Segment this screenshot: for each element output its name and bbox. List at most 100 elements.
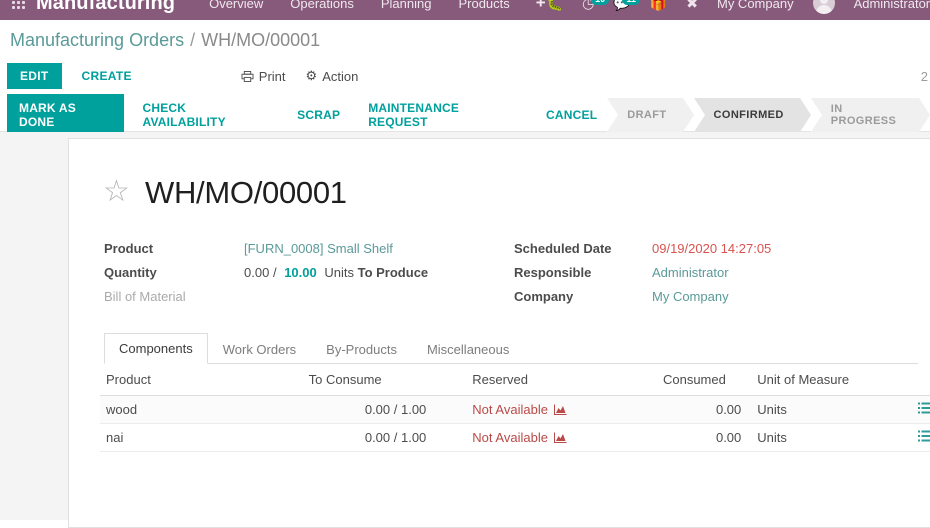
statusbar: DRAFT CONFIRMED IN PROGRESS <box>607 98 930 132</box>
control-panel-tools: Print ⚙ Action <box>241 68 359 84</box>
column-header-actions <box>878 364 930 396</box>
status-stage-draft[interactable]: DRAFT <box>607 98 682 132</box>
reserved-status-label: Not Available <box>472 402 548 417</box>
form-sheet: ☆ WH/MO/00001 Product [FURN_0008] Small … <box>68 138 930 528</box>
column-header-consumed: Consumed <box>657 364 747 396</box>
tab-work-orders[interactable]: Work Orders <box>208 334 311 364</box>
breadcrumb-current: WH/MO/00001 <box>201 30 320 51</box>
print-label: Print <box>259 69 286 84</box>
status-stage-in-progress[interactable]: IN PROGRESS <box>811 98 919 132</box>
maintenance-request-button[interactable]: MAINTENANCE REQUEST <box>358 94 528 136</box>
quantity-separator: / <box>273 265 277 280</box>
breadcrumb-parent[interactable]: Manufacturing Orders <box>10 30 184 51</box>
pager[interactable]: 2 <box>921 69 930 84</box>
nav-item-planning[interactable]: Planning <box>381 0 432 11</box>
create-button[interactable]: CREATE <box>71 63 143 89</box>
page-title: WH/MO/00001 <box>145 175 347 211</box>
mark-as-done-button[interactable]: MARK AS DONE <box>7 94 124 136</box>
label-company: Company <box>514 289 652 304</box>
quantity-uom: Units <box>324 265 354 280</box>
forecast-chart-icon[interactable] <box>554 404 567 415</box>
clock-activity-icon[interactable]: ◷ 10 <box>582 0 594 10</box>
value-responsible[interactable]: Administrator <box>652 265 771 280</box>
quantity-suffix: To Produce <box>358 265 429 280</box>
app-brand-title[interactable]: Manufacturing <box>36 0 175 15</box>
components-table: Product To Consume Reserved Consumed Uni… <box>100 364 930 452</box>
reserved-status: Not Available <box>472 402 567 417</box>
star-outline-icon[interactable]: ☆ <box>103 179 131 207</box>
cell-reserved: Not Available <box>466 424 657 452</box>
action-menu[interactable]: ⚙ Action <box>306 68 359 84</box>
messages-icon[interactable]: 💬 11 <box>613 0 630 10</box>
check-availability-button[interactable]: CHECK AVAILABILITY <box>132 94 279 136</box>
wrench-icon[interactable]: ✖ <box>686 0 698 10</box>
systray: 🐛 ◷ 10 💬 11 🎁 ✖ My Company Administrator <box>546 0 930 14</box>
record-title-row: ☆ WH/MO/00001 <box>103 175 918 211</box>
cell-consumed: 0.00 <box>657 424 747 452</box>
company-switcher[interactable]: My Company <box>717 0 794 11</box>
cell-product: nai <box>100 424 291 452</box>
label-bill-of-material: Bill of Material <box>104 289 244 304</box>
tab-miscellaneous[interactable]: Miscellaneous <box>412 334 524 364</box>
status-button-bar: MARK AS DONE CHECK AVAILABILITY SCRAP MA… <box>0 98 930 132</box>
cell-to-consume: 0.00 / 1.00 <box>291 424 467 452</box>
tab-by-products[interactable]: By-Products <box>311 334 412 364</box>
label-responsible: Responsible <box>514 265 652 280</box>
nav-item-overview[interactable]: Overview <box>209 0 263 11</box>
table-row[interactable]: wood 0.00 / 1.00 Not Available 0.00 Unit… <box>100 396 930 424</box>
cell-consumed: 0.00 <box>657 396 747 424</box>
activity-count-badge: 10 <box>591 0 609 5</box>
print-menu[interactable]: Print <box>241 69 286 84</box>
action-label: Action <box>322 69 358 84</box>
field-group-right: Scheduled Date 09/19/2020 14:27:05 Respo… <box>514 241 771 304</box>
cancel-button[interactable]: CANCEL <box>536 101 607 129</box>
reserved-status: Not Available <box>472 430 567 445</box>
value-quantity: 0.00 / 10.00 Units To Produce <box>244 265 514 280</box>
control-panel-actions: EDIT CREATE Print ⚙ Action 2 <box>0 60 930 92</box>
bug-icon[interactable]: 🐛 <box>546 0 563 10</box>
value-product[interactable]: [FURN_0008] Small Shelf <box>244 241 514 256</box>
edit-button[interactable]: EDIT <box>7 63 62 89</box>
value-bill-of-material[interactable] <box>244 289 514 304</box>
quantity-target: 10.00 <box>284 265 317 280</box>
breadcrumb-separator: / <box>190 30 195 51</box>
printer-icon <box>241 71 254 82</box>
messages-count-badge: 11 <box>622 0 640 5</box>
column-header-reserved: Reserved <box>466 364 657 396</box>
field-groups: Product [FURN_0008] Small Shelf Quantity… <box>104 241 918 304</box>
table-row[interactable]: nai 0.00 / 1.00 Not Available 0.00 Units <box>100 424 930 452</box>
status-stage-confirmed[interactable]: CONFIRMED <box>694 98 800 132</box>
top-navbar: Manufacturing Overview Operations Planni… <box>0 0 930 20</box>
column-header-unit-of-measure: Unit of Measure <box>747 364 877 396</box>
value-scheduled-date[interactable]: 09/19/2020 14:27:05 <box>652 241 771 256</box>
cell-unit-of-measure: Units <box>747 396 877 424</box>
cell-reserved: Not Available <box>466 396 657 424</box>
value-company[interactable]: My Company <box>652 289 771 304</box>
detailed-operations-icon[interactable] <box>918 402 930 414</box>
table-header-row: Product To Consume Reserved Consumed Uni… <box>100 364 930 396</box>
notebook-tabs: Components Work Orders By-Products Misce… <box>104 334 918 364</box>
avatar[interactable] <box>813 0 835 14</box>
column-header-product: Product <box>100 364 291 396</box>
nav-item-operations[interactable]: Operations <box>290 0 354 11</box>
user-menu[interactable]: Administrator <box>854 0 930 11</box>
reserved-status-label: Not Available <box>472 430 548 445</box>
column-header-to-consume: To Consume <box>291 364 467 396</box>
add-icon[interactable]: + <box>536 0 546 13</box>
apps-grid-icon[interactable] <box>12 0 28 10</box>
nav-item-products[interactable]: Products <box>458 0 509 11</box>
cell-actions <box>878 396 930 424</box>
gift-icon[interactable]: 🎁 <box>650 0 667 10</box>
scrap-button[interactable]: SCRAP <box>287 101 350 129</box>
gear-icon: ⚙ <box>306 68 318 84</box>
cell-actions <box>878 424 930 452</box>
label-product: Product <box>104 241 244 256</box>
label-scheduled-date: Scheduled Date <box>514 241 652 256</box>
forecast-chart-icon[interactable] <box>554 432 567 443</box>
cell-product: wood <box>100 396 291 424</box>
detailed-operations-icon[interactable] <box>918 430 930 442</box>
navbar-menu: Overview Operations Planning Products <box>209 0 510 11</box>
label-quantity: Quantity <box>104 265 244 280</box>
tab-components[interactable]: Components <box>104 333 208 364</box>
breadcrumb: Manufacturing Orders / WH/MO/00001 <box>0 20 930 60</box>
